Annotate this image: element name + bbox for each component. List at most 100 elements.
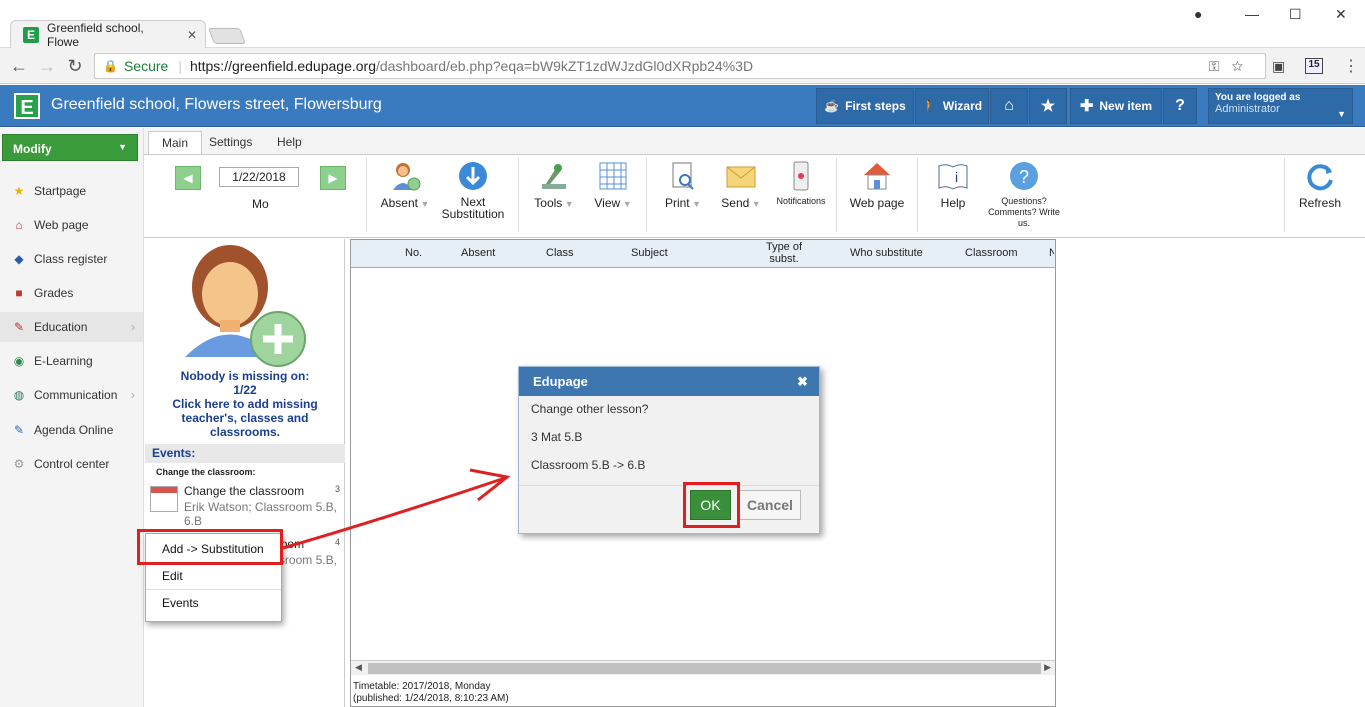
wizard-label: Wizard — [942, 99, 983, 113]
home-icon: ⌂ — [1004, 97, 1014, 114]
forward-icon[interactable]: → — [36, 55, 58, 77]
send-label: Send — [721, 196, 750, 210]
school-name[interactable]: Greenfield school, Flowers street, Flowe… — [51, 96, 382, 114]
chevron-down-icon: ▼ — [118, 142, 127, 152]
scroll-left-icon[interactable]: ◀ — [355, 662, 362, 673]
tab-main[interactable]: Main — [148, 131, 203, 155]
column-subject[interactable]: Subject — [631, 247, 668, 259]
web-page-button[interactable]: Web page — [842, 160, 912, 210]
add-missing-link[interactable]: Nobody is missing on: 1/22 Click here to… — [150, 369, 340, 439]
column-class[interactable]: Class — [546, 247, 574, 259]
home-button[interactable]: ⌂ — [990, 88, 1028, 124]
close-icon[interactable]: ✖ — [797, 374, 808, 390]
events-subheader: Change the classroom: — [156, 467, 256, 477]
reload-icon[interactable]: ↻ — [64, 55, 86, 77]
sidebar-item-web-page[interactable]: ⌂ Web page — [0, 210, 143, 240]
edupage-logo-icon[interactable]: E — [14, 93, 40, 119]
url-path: /dashboard/eb.php?eqa=bW9kZT1zdWJzdGl0dX… — [376, 58, 754, 74]
highlight-box — [683, 482, 740, 528]
new-item-button[interactable]: ✚ New item — [1070, 88, 1162, 124]
sidebar-item-e-learning[interactable]: ◉ E-Learning — [0, 346, 143, 376]
pen-icon: ✎ — [13, 423, 25, 437]
tab-help[interactable]: Help — [264, 131, 315, 155]
chevron-right-icon: › — [131, 320, 135, 334]
missing-line-1: Nobody is missing on: — [180, 369, 310, 383]
browser-tab[interactable]: E Greenfield school, Flowe ✕ — [10, 20, 206, 49]
absent-button[interactable]: Absent ▼ — [370, 160, 440, 210]
scroll-right-icon[interactable]: ▶ — [1044, 662, 1051, 673]
column-classroom[interactable]: Classroom — [965, 247, 1018, 259]
maximize-icon[interactable]: ☐ — [1289, 6, 1302, 23]
next-day-button[interactable]: ▶ — [320, 166, 346, 190]
sidebar-item-education[interactable]: ✎ Education › — [0, 312, 143, 342]
questions-button[interactable]: ? Questions? Comments? Write us. — [984, 160, 1064, 229]
notifications-button[interactable]: Notifications — [766, 160, 836, 206]
tab-settings[interactable]: Settings — [196, 131, 265, 155]
sidebar-item-label: Control center — [34, 457, 110, 471]
events-header: Events: — [145, 444, 345, 463]
help-button[interactable]: ? — [1163, 88, 1197, 124]
favorites-button[interactable]: ★ — [1029, 88, 1067, 124]
phone-icon — [793, 161, 809, 191]
control-icon: ⚙ — [13, 457, 25, 471]
notifications-label: Notifications — [776, 196, 826, 206]
back-icon[interactable]: ← — [8, 55, 30, 77]
extension-badge[interactable]: 15 — [1305, 58, 1323, 74]
window-close-icon[interactable]: ✕ — [1335, 6, 1347, 23]
modify-button[interactable]: Modify ▼ — [2, 134, 138, 161]
minimize-icon[interactable]: — — [1245, 6, 1259, 22]
help-ribbon-button[interactable]: i Help — [918, 160, 988, 210]
new-tab-button[interactable] — [208, 28, 246, 44]
menu-item-events[interactable]: Events — [146, 590, 281, 617]
sidebar-item-startpage[interactable]: ★ Startpage — [0, 176, 143, 206]
url-host: greenfield.edupage.org — [231, 58, 376, 74]
sidebar-item-label: Class register — [34, 252, 108, 266]
scrollbar-thumb[interactable] — [368, 663, 1041, 674]
key-star-icons[interactable]: ⚿☆ — [1209, 58, 1255, 75]
missing-line-2: 1/22 — [233, 383, 257, 397]
view-label: View — [594, 196, 621, 210]
first-steps-button[interactable]: ☕ First steps — [816, 88, 914, 124]
cancel-button[interactable]: Cancel — [739, 490, 801, 520]
sidebar-item-control-center[interactable]: ⚙ Control center — [0, 449, 143, 479]
user-menu[interactable]: You are logged as Administrator ▼ — [1208, 88, 1353, 124]
next-substitution-button[interactable]: Next Substitution — [438, 160, 508, 220]
cast-icon[interactable]: ▣ — [1272, 58, 1285, 75]
questions-label-3: us. — [1017, 218, 1030, 228]
next-sub-label-2: Substitution — [441, 207, 505, 221]
column-absent[interactable]: Absent — [461, 247, 495, 259]
down-arrow-circle-icon — [459, 162, 487, 190]
column-type[interactable]: Type of subst. — [760, 241, 808, 265]
column-who-substitute[interactable]: Who substitute — [850, 247, 923, 259]
wizard-button[interactable]: 🚶 Wizard — [915, 88, 989, 124]
tab-close-icon[interactable]: ✕ — [187, 28, 197, 42]
column-n[interactable]: N — [1049, 247, 1054, 259]
menu-icon[interactable]: ⋮ — [1343, 56, 1359, 76]
refresh-button[interactable]: Refresh — [1285, 160, 1355, 210]
dialog-lesson: 3 Mat 5.B — [531, 430, 583, 444]
elearning-icon: ◉ — [13, 354, 25, 368]
address-bar[interactable]: 🔒 Secure | https://greenfield.edupage.or… — [94, 53, 1266, 79]
add-missing-person-icon[interactable] — [180, 242, 310, 367]
tools-icon — [542, 164, 566, 189]
svg-text:i: i — [955, 169, 958, 185]
profile-icon[interactable]: ● — [1194, 6, 1202, 22]
sidebar-item-class-register[interactable]: ◆ Class register — [0, 244, 143, 274]
prev-day-button[interactable]: ◀ — [175, 166, 201, 190]
timetable-info: Timetable: 2017/2018, Monday (published:… — [353, 681, 509, 705]
date-input[interactable]: 1/22/2018 — [219, 167, 299, 187]
event-item[interactable]: Change the classroom Erik Watson; Classr… — [150, 484, 340, 528]
menu-item-edit[interactable]: Edit — [146, 563, 281, 590]
tab-title: Greenfield school, Flowe — [46, 20, 144, 49]
chevron-right-icon: › — [131, 388, 135, 402]
sidebar-item-label: Web page — [34, 218, 89, 232]
missing-line-5: classrooms. — [209, 425, 281, 439]
view-button[interactable]: View ▼ — [578, 160, 648, 210]
sidebar-item-communication[interactable]: ◍ Communication › — [0, 380, 143, 410]
help-book-icon: i — [938, 164, 968, 190]
column-no[interactable]: No. — [405, 247, 422, 259]
horizontal-scrollbar[interactable]: ◀ ▶ — [351, 660, 1055, 675]
sidebar-item-agenda-online[interactable]: ✎ Agenda Online — [0, 415, 143, 445]
dialog-change: Classroom 5.B -> 6.B — [531, 458, 646, 472]
sidebar-item-grades[interactable]: ■ Grades — [0, 278, 143, 308]
